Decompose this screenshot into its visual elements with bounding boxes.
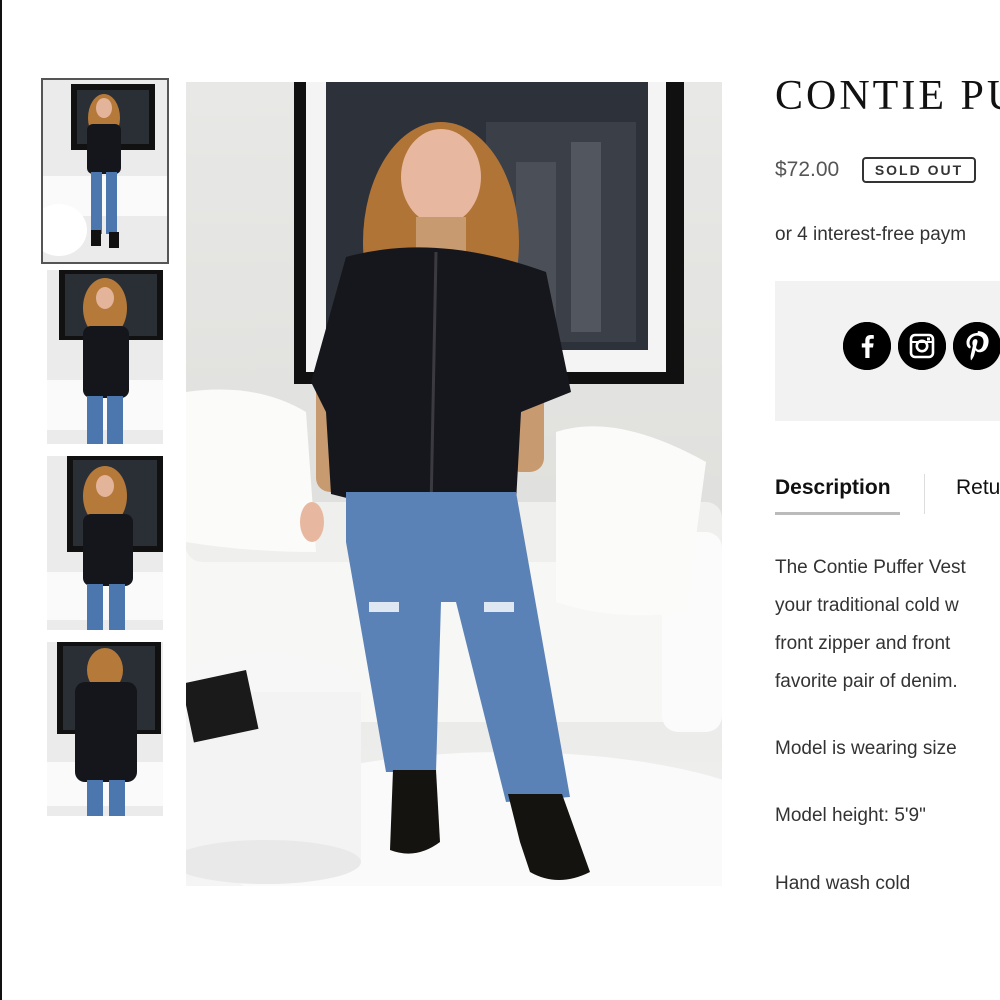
product-tabs: Description Retu xyxy=(775,470,1000,516)
afterpay-message: or 4 interest-free paym xyxy=(775,224,967,245)
description-line: The Contie Puffer Vest xyxy=(775,557,966,578)
tab-description[interactable]: Description xyxy=(775,476,891,500)
thumbnail-3[interactable] xyxy=(47,456,163,630)
description-line: your traditional cold w xyxy=(775,595,959,616)
description-line: front zipper and front xyxy=(775,633,951,654)
product-title: CONTIE PU xyxy=(775,73,1000,119)
tab-divider xyxy=(924,474,925,514)
description-line: favorite pair of denim. xyxy=(775,671,958,692)
product-price: $72.00 xyxy=(775,158,840,181)
care-instructions: Hand wash cold xyxy=(775,873,911,894)
thumbnail-1-selected[interactable] xyxy=(41,78,169,264)
instagram-icon[interactable] xyxy=(898,322,946,370)
main-product-image[interactable] xyxy=(186,82,722,886)
active-tab-indicator xyxy=(775,512,900,515)
thumbnail-4[interactable] xyxy=(47,642,163,816)
thumbnail-2[interactable] xyxy=(47,270,163,444)
pinterest-icon[interactable] xyxy=(953,322,1000,370)
model-size-text: Model is wearing size xyxy=(775,738,957,759)
sold-out-badge: SOLD OUT xyxy=(862,157,976,183)
model-height-text: Model height: 5'9" xyxy=(775,805,926,826)
tab-returns[interactable]: Retu xyxy=(956,476,1000,500)
left-edge-rule xyxy=(0,0,2,1000)
facebook-icon[interactable] xyxy=(843,322,891,370)
